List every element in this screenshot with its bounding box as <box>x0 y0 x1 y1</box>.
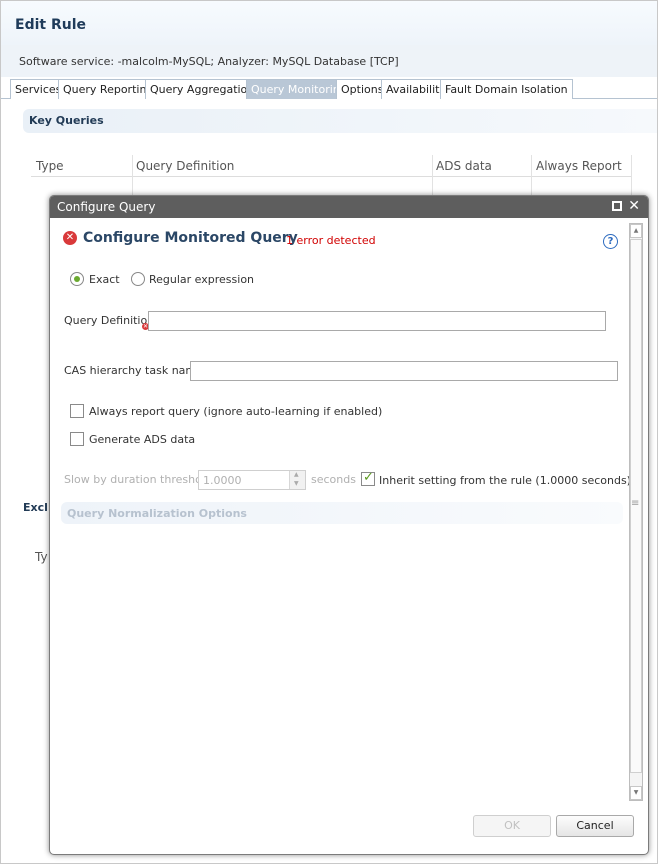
key-queries-grid-header: Type Query Definition ADS data Always Re… <box>31 155 632 855</box>
cancel-button[interactable]: Cancel <box>556 815 634 837</box>
cas-task-label: CAS hierarchy task name <box>64 364 203 377</box>
slow-threshold-stepper[interactable]: 1.0000 <box>198 470 306 490</box>
error-icon: ✕ <box>63 231 77 245</box>
cas-task-input[interactable] <box>190 361 618 381</box>
tab-fault-domain-isolation[interactable]: Fault Domain Isolation <box>440 79 573 99</box>
generate-ads-checkbox[interactable] <box>70 432 84 446</box>
ok-button[interactable]: OK <box>473 815 551 837</box>
resize-grip-icon[interactable]: ≡ <box>631 498 639 509</box>
title-bar: Edit Rule <box>1 1 657 45</box>
regular-expression-label[interactable]: Regular expression <box>149 273 254 286</box>
query-normalization-title: Query Normalization Options <box>67 507 247 520</box>
stepper-arrows-icon[interactable] <box>289 471 305 489</box>
tab-query-reporting[interactable]: Query Reporting <box>58 79 159 99</box>
exclusions-title: Excl <box>23 501 48 514</box>
inherit-setting-label[interactable]: Inherit setting from the rule (1.0000 se… <box>379 474 631 487</box>
always-report-label[interactable]: Always report query (ignore auto-learnin… <box>89 405 382 418</box>
seconds-unit-label: seconds <box>311 473 356 486</box>
subtitle-bar: Software service: -malcolm-MySQL; Analyz… <box>1 45 657 77</box>
slow-threshold-label: Slow by duration threshold <box>64 473 212 486</box>
key-queries-header: Key Queries <box>23 109 657 133</box>
scroll-down-icon[interactable]: ▼ <box>630 786 642 800</box>
maximize-icon[interactable] <box>612 201 622 211</box>
configure-query-dialog: Configure Query ✕ ✕ Configure Monitored … <box>49 195 649 855</box>
scroll-up-icon[interactable]: ▲ <box>630 224 642 238</box>
column-type[interactable]: Type <box>36 159 64 173</box>
query-definition-input[interactable] <box>148 311 606 331</box>
slow-threshold-value: 1.0000 <box>203 474 242 487</box>
service-subtitle: Software service: -malcolm-MySQL; Analyz… <box>19 55 399 68</box>
inherit-setting-checkbox[interactable] <box>361 470 375 486</box>
column-always-report[interactable]: Always Report <box>536 159 622 173</box>
exclusions-column-type: Ty <box>35 550 48 564</box>
query-normalization-header[interactable]: Query Normalization Options <box>61 502 623 524</box>
dialog-heading: Configure Monitored Query <box>83 230 298 246</box>
exact-radio[interactable] <box>70 272 84 286</box>
page-title: Edit Rule <box>15 17 86 33</box>
query-definition-label: Query Definition <box>64 314 155 327</box>
regular-expression-radio[interactable] <box>131 272 145 286</box>
always-report-checkbox[interactable] <box>70 404 84 418</box>
tab-bar: Services Query Reporting Query Aggregati… <box>1 79 657 99</box>
vertical-scrollbar[interactable]: ▲ ▼ <box>629 223 643 801</box>
close-icon[interactable]: ✕ <box>628 198 640 214</box>
dialog-title-bar[interactable]: Configure Query ✕ <box>50 196 648 218</box>
tab-query-aggregation[interactable]: Query Aggregation <box>145 79 260 99</box>
column-query-definition[interactable]: Query Definition <box>136 159 234 173</box>
column-ads-data[interactable]: ADS data <box>436 159 492 173</box>
dialog-title: Configure Query <box>57 200 156 214</box>
key-queries-title: Key Queries <box>29 114 104 127</box>
exact-label[interactable]: Exact <box>89 273 120 286</box>
generate-ads-label[interactable]: Generate ADS data <box>89 433 195 446</box>
error-count-text: 1 error detected <box>286 234 376 247</box>
help-icon[interactable]: ? <box>603 234 618 249</box>
